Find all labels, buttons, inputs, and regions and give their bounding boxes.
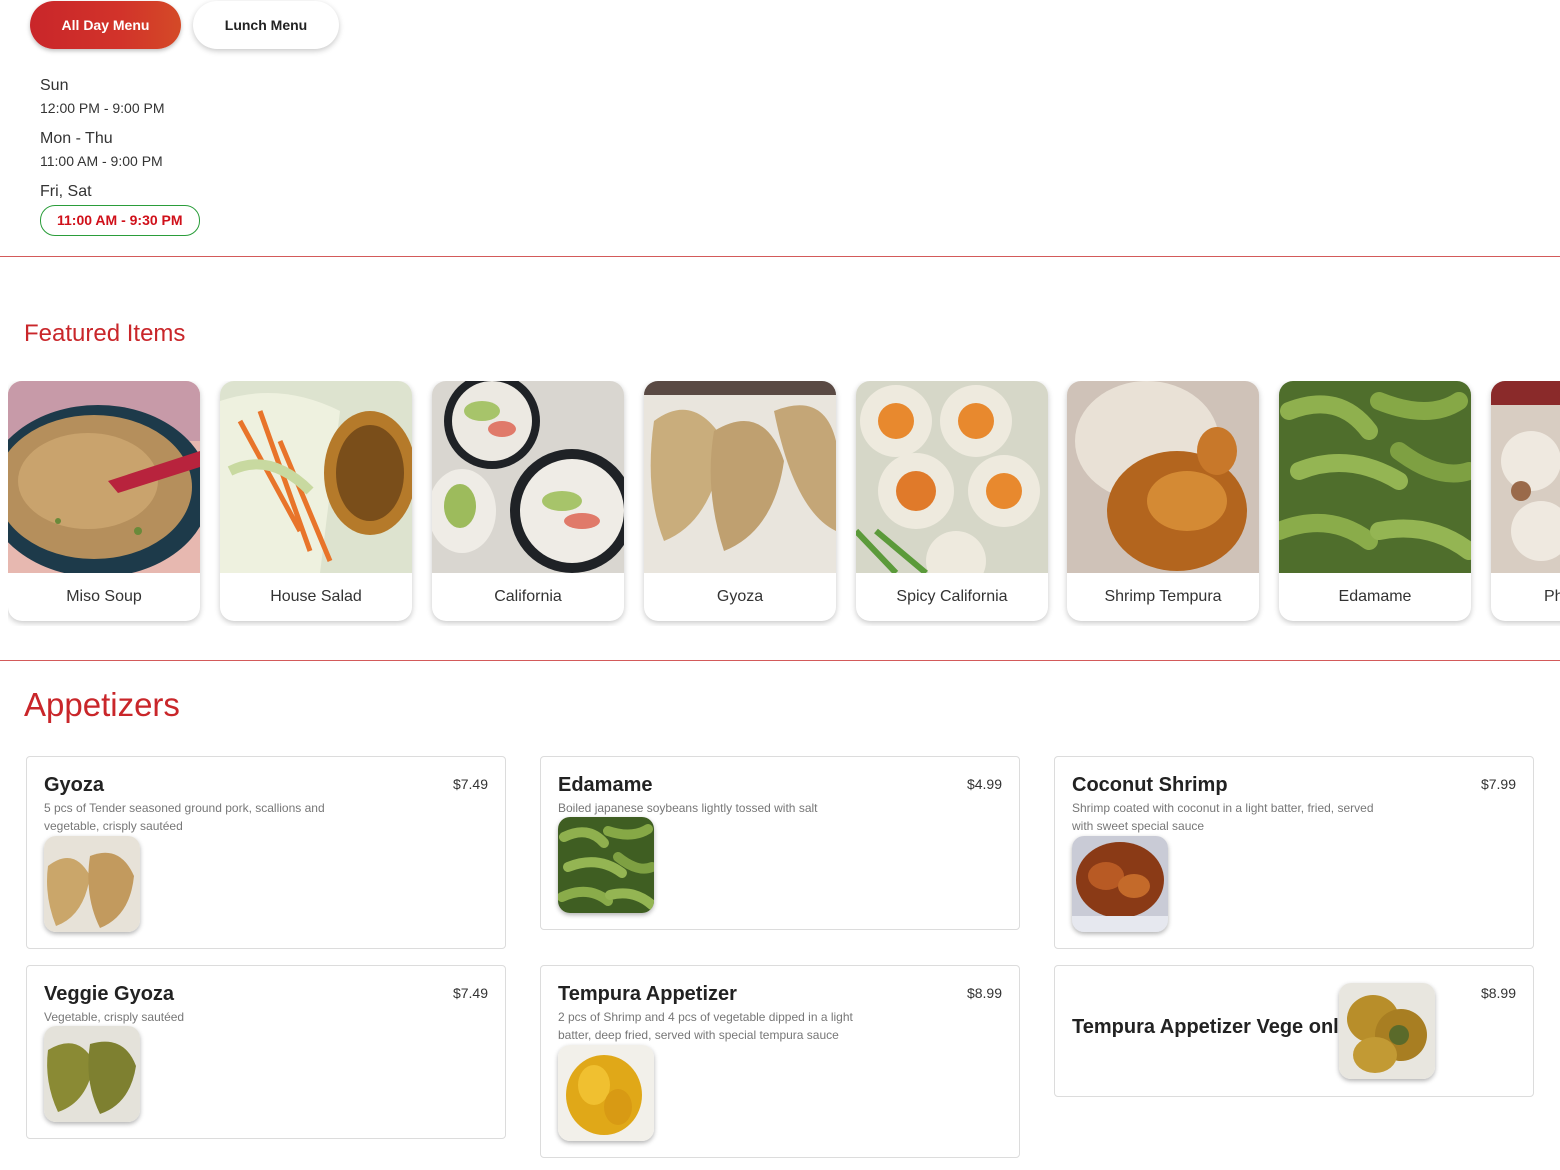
menu-item-veggie-gyoza[interactable]: Veggie Gyoza $7.49 Vegetable, crisply sa…	[26, 965, 506, 1139]
featured-item-shrimp-tempura[interactable]: Shrimp Tempura	[1067, 381, 1259, 621]
featured-item-house-salad[interactable]: House Salad	[220, 381, 412, 621]
current-hours-badge: 11:00 AM - 9:30 PM	[40, 205, 200, 236]
menu-item-coconut-shrimp[interactable]: Coconut Shrimp $7.99 Shrimp coated with …	[1054, 756, 1534, 949]
featured-item-label: California	[494, 588, 562, 605]
item-price: $8.99	[966, 985, 1002, 1001]
hours-day: Sun	[40, 77, 69, 94]
item-description: 2 pcs of Shrimp and 4 pcs of vegetable d…	[558, 1010, 853, 1042]
featured-item-label: Spicy California	[896, 588, 1008, 605]
featured-item-spicy-california[interactable]: Spicy California	[856, 381, 1048, 621]
item-description: 5 pcs of Tender seasoned ground pork, sc…	[44, 801, 325, 833]
item-image	[44, 836, 140, 932]
menu-item-tempura-appetizer[interactable]: Tempura Appetizer $8.99 2 pcs of Shrimp …	[540, 965, 1020, 1158]
opening-hours: Sun 12:00 PM - 9:00 PM Mon - Thu 11:00 A…	[40, 76, 200, 248]
featured-items-heading: Featured Items	[24, 320, 186, 347]
featured-item-label: Edamame	[1338, 588, 1412, 605]
hours-time: 12:00 PM - 9:00 PM	[40, 100, 165, 116]
item-name: Coconut Shrimp	[1072, 774, 1228, 796]
gyoza-image	[644, 381, 836, 573]
item-price: $7.49	[452, 776, 488, 792]
featured-item-partial[interactable]: Ph	[1491, 381, 1560, 621]
featured-item-image	[1491, 381, 1560, 573]
item-price: $7.99	[1480, 776, 1516, 792]
house-salad-image	[220, 381, 412, 573]
spicy-california-image	[856, 381, 1048, 573]
featured-item-california[interactable]: California	[432, 381, 624, 621]
menu-item-edamame[interactable]: Edamame $4.99 Boiled japanese soybeans l…	[540, 756, 1020, 930]
featured-item-label: House Salad	[270, 588, 362, 605]
featured-item-gyoza[interactable]: Gyoza	[644, 381, 836, 621]
item-image	[44, 1026, 140, 1122]
item-description: Boiled japanese soybeans lightly tossed …	[558, 801, 818, 815]
featured-item-label: Shrimp Tempura	[1104, 588, 1222, 605]
menu-item-gyoza[interactable]: Gyoza $7.49 5 pcs of Tender seasoned gro…	[26, 756, 506, 949]
item-description: Shrimp coated with coconut in a light ba…	[1072, 801, 1374, 833]
featured-item-miso-soup[interactable]: Miso Soup	[8, 381, 200, 621]
hours-day: Mon - Thu	[40, 130, 113, 147]
miso-soup-image	[8, 381, 200, 573]
featured-items-carousel[interactable]: Miso Soup House Salad California Gyoza S…	[8, 381, 1560, 626]
section-divider	[0, 660, 1560, 661]
item-description: Vegetable, crisply sautéed	[44, 1010, 185, 1024]
item-name: Gyoza	[44, 774, 105, 796]
appetizers-heading: Appetizers	[24, 686, 180, 723]
item-image	[558, 1045, 654, 1141]
item-name: Tempura Appetizer	[558, 983, 737, 1005]
california-roll-image	[432, 381, 624, 573]
item-image	[1339, 983, 1435, 1079]
menu-item-tempura-appetizer-vege-only[interactable]: Tempura Appetizer Vege only $8.99	[1054, 965, 1534, 1097]
item-price: $4.99	[966, 776, 1002, 792]
featured-item-label: Miso Soup	[66, 588, 142, 605]
shrimp-tempura-image	[1067, 381, 1259, 573]
item-image	[1072, 836, 1168, 932]
menu-tabs: All Day Menu Lunch Menu	[30, 1, 339, 49]
item-name: Edamame	[558, 774, 653, 796]
item-name: Tempura Appetizer Vege only	[1072, 1016, 1350, 1038]
featured-item-label: Ph	[1544, 588, 1560, 605]
hours-day: Fri, Sat	[40, 183, 92, 200]
featured-item-label: Gyoza	[716, 588, 764, 605]
item-price: $8.99	[1480, 985, 1516, 1001]
section-divider	[0, 256, 1560, 257]
featured-item-edamame[interactable]: Edamame	[1279, 381, 1471, 621]
all-day-menu-button[interactable]: All Day Menu	[30, 1, 181, 49]
lunch-menu-button[interactable]: Lunch Menu	[193, 1, 339, 49]
item-price: $7.49	[452, 985, 488, 1001]
edamame-image	[1279, 381, 1471, 573]
item-name: Veggie Gyoza	[44, 983, 175, 1005]
item-image	[558, 817, 654, 913]
hours-time: 11:00 AM - 9:00 PM	[40, 153, 163, 169]
